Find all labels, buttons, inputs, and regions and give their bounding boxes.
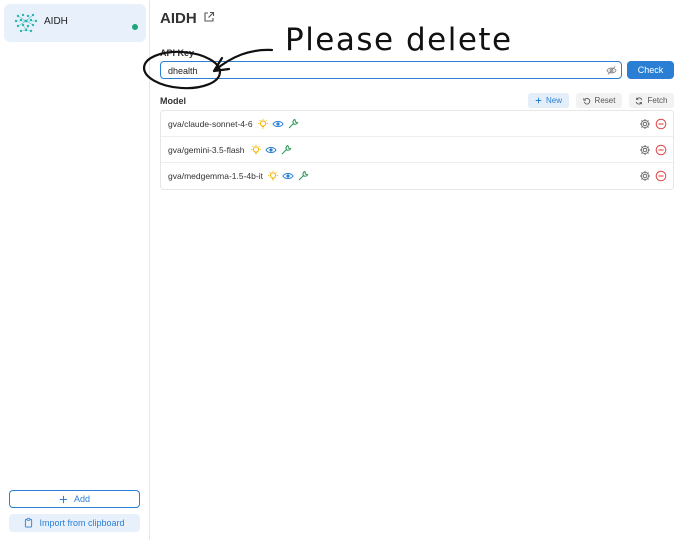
import-from-clipboard-label: Import from clipboard [39,518,125,528]
refresh-icon [636,97,643,104]
model-row[interactable]: gva/medgemma-1.5-4b-it [161,163,673,189]
tools-wrench-icon [288,118,299,129]
reset-icon [582,97,590,104]
model-name: gva/medgemma-1.5-4b-it [168,171,263,181]
import-from-clipboard-button[interactable]: Import from clipboard [9,514,140,532]
model-settings-gear-icon[interactable] [639,144,651,156]
provider-settings: AIDH API Key dhealth Check Model New Res… [160,0,674,540]
reasoning-bulb-icon [251,144,261,155]
reasoning-bulb-icon [268,170,278,181]
remove-model-icon[interactable] [655,144,667,156]
api-key-input[interactable]: dhealth [160,61,622,79]
capability-icons [257,117,299,131]
annotation-text: Please delete [285,22,513,58]
reset-models-button[interactable]: Reset [576,93,622,108]
add-provider-button[interactable]: Add [9,490,140,508]
model-name: gva/gemini-3.5-flash [168,145,245,155]
model-settings-gear-icon[interactable] [639,170,651,182]
new-model-button[interactable]: New [528,93,569,108]
tools-wrench-icon [298,170,309,181]
fetch-models-label: Fetch [647,96,668,105]
model-row[interactable]: gva/gemini-3.5-flash [161,137,673,163]
capability-icons [250,143,292,157]
plus-icon [59,495,68,503]
fetch-models-button[interactable]: Fetch [629,93,674,108]
add-provider-label: Add [73,494,90,504]
provider-logo-icon [14,13,38,33]
api-key-value[interactable]: dhealth [168,66,198,76]
provider-name: AIDH [44,16,68,27]
remove-model-icon[interactable] [655,170,667,182]
external-link-icon[interactable] [203,11,215,23]
model-section-label: Model [160,96,186,106]
model-list: gva/claude-sonnet-4-6 gva/gemini-3.5-fla… [160,110,674,190]
reasoning-bulb-icon [258,118,268,129]
remove-model-icon[interactable] [655,118,667,130]
check-button[interactable]: Check [627,61,674,79]
status-dot [132,24,138,30]
clipboard-icon [25,518,33,528]
plus-icon [535,97,542,104]
page-title: AIDH [160,10,197,27]
vision-eye-icon [272,120,284,128]
tools-wrench-icon [281,144,292,155]
new-model-label: New [545,96,562,105]
reset-models-label: Reset [594,96,616,105]
vision-eye-icon [282,172,294,180]
sidebar: AIDH Add Import from clipboard [0,0,150,540]
model-row[interactable]: gva/claude-sonnet-4-6 [161,111,673,137]
model-settings-gear-icon[interactable] [639,118,651,130]
eye-off-icon[interactable] [606,65,617,76]
provider-item-aidh[interactable]: AIDH [4,4,146,42]
model-name: gva/claude-sonnet-4-6 [168,119,253,129]
vision-eye-icon [265,146,277,154]
capability-icons [267,169,309,183]
api-key-label: API Key [160,48,195,58]
